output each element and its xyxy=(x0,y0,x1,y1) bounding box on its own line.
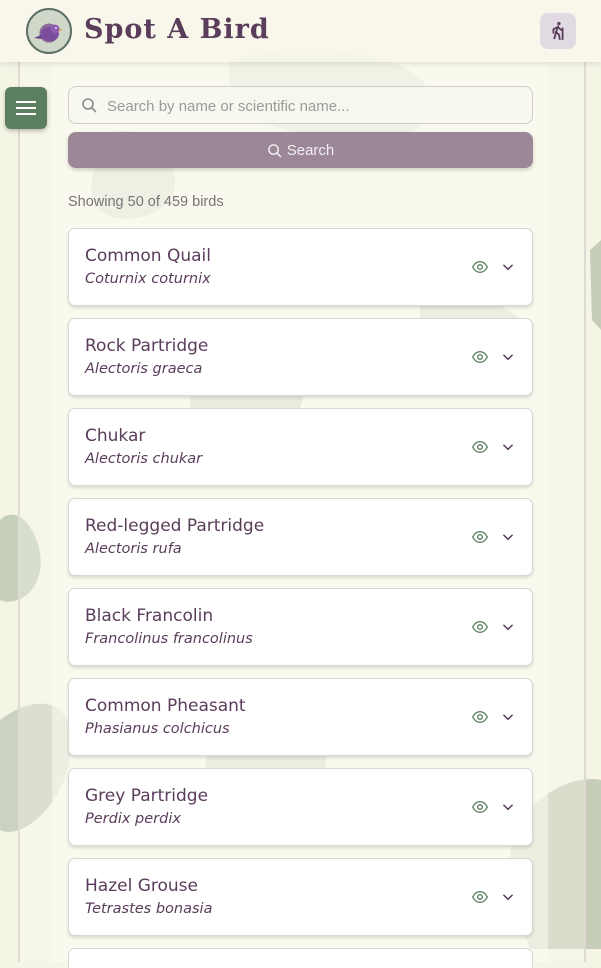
hamburger-menu-icon xyxy=(16,101,36,115)
bird-common-name: Common Pheasant xyxy=(85,696,246,716)
bird-common-name: Chukar xyxy=(85,426,146,446)
bird-list: Common Quail Coturnix coturnix Rock Part… xyxy=(68,228,533,968)
menu-button[interactable] xyxy=(5,87,47,129)
bird-common-name: Common Quail xyxy=(85,246,211,266)
eye-icon[interactable] xyxy=(472,799,488,815)
bird-card[interactable]: Grey Partridge Perdix perdix xyxy=(68,768,533,846)
bird-scientific-name: Alectoris rufa xyxy=(85,541,182,557)
bird-common-name: Grey Partridge xyxy=(85,786,209,806)
eye-icon[interactable] xyxy=(472,619,488,635)
bird-common-name: Red-legged Partridge xyxy=(85,516,265,536)
bird-logo-icon xyxy=(34,24,63,41)
bird-card-partial[interactable] xyxy=(68,948,533,968)
bird-card[interactable]: Red-legged Partridge Alectoris rufa xyxy=(68,498,533,576)
hiking-icon xyxy=(552,22,564,41)
search-field[interactable] xyxy=(68,86,533,125)
bird-card[interactable]: Rock Partridge Alectoris graeca xyxy=(68,318,533,396)
search-input[interactable] xyxy=(105,87,529,125)
app-logo[interactable] xyxy=(26,8,72,54)
search-button-label: Search xyxy=(286,141,335,159)
eye-icon[interactable] xyxy=(472,529,488,545)
chevron-down-icon[interactable] xyxy=(501,710,515,724)
bird-common-name: Rock Partridge xyxy=(85,336,209,356)
bird-scientific-name: Tetrastes bonasia xyxy=(85,901,213,917)
chevron-down-icon[interactable] xyxy=(501,260,515,274)
results-count: Showing 50 of 459 birds xyxy=(68,194,224,210)
chevron-down-icon[interactable] xyxy=(501,800,515,814)
app-header: Spot A Bird xyxy=(0,0,601,62)
search-icon xyxy=(267,143,282,157)
eye-icon[interactable] xyxy=(472,259,488,275)
bird-common-name: Hazel Grouse xyxy=(85,876,198,896)
eye-icon[interactable] xyxy=(472,349,488,365)
bird-scientific-name: Coturnix coturnix xyxy=(85,271,211,287)
chevron-down-icon[interactable] xyxy=(501,440,515,454)
bird-card[interactable]: Hazel Grouse Tetrastes bonasia xyxy=(68,858,533,936)
chevron-down-icon[interactable] xyxy=(501,530,515,544)
search-button[interactable]: Search xyxy=(68,132,533,168)
bird-scientific-name: Phasianus colchicus xyxy=(85,721,230,737)
bird-card[interactable]: Common Pheasant Phasianus colchicus xyxy=(68,678,533,756)
bird-card[interactable]: Black Francolin Francolinus francolinus xyxy=(68,588,533,666)
chevron-down-icon[interactable] xyxy=(501,350,515,364)
bird-card[interactable]: Chukar Alectoris chukar xyxy=(68,408,533,486)
bird-scientific-name: Francolinus francolinus xyxy=(85,631,253,647)
eye-icon[interactable] xyxy=(472,439,488,455)
chevron-down-icon[interactable] xyxy=(501,620,515,634)
eye-icon[interactable] xyxy=(472,709,488,725)
eye-icon[interactable] xyxy=(472,889,488,905)
bird-card[interactable]: Common Quail Coturnix coturnix xyxy=(68,228,533,306)
bird-common-name: Black Francolin xyxy=(85,606,214,626)
bird-scientific-name: Alectoris chukar xyxy=(85,451,203,467)
bird-scientific-name: Perdix perdix xyxy=(85,811,181,827)
hiking-mode-button[interactable] xyxy=(540,13,576,49)
bird-scientific-name: Alectoris graeca xyxy=(85,361,203,377)
search-icon xyxy=(82,98,97,113)
chevron-down-icon[interactable] xyxy=(501,890,515,904)
app-title: Spot A Bird xyxy=(84,14,270,45)
